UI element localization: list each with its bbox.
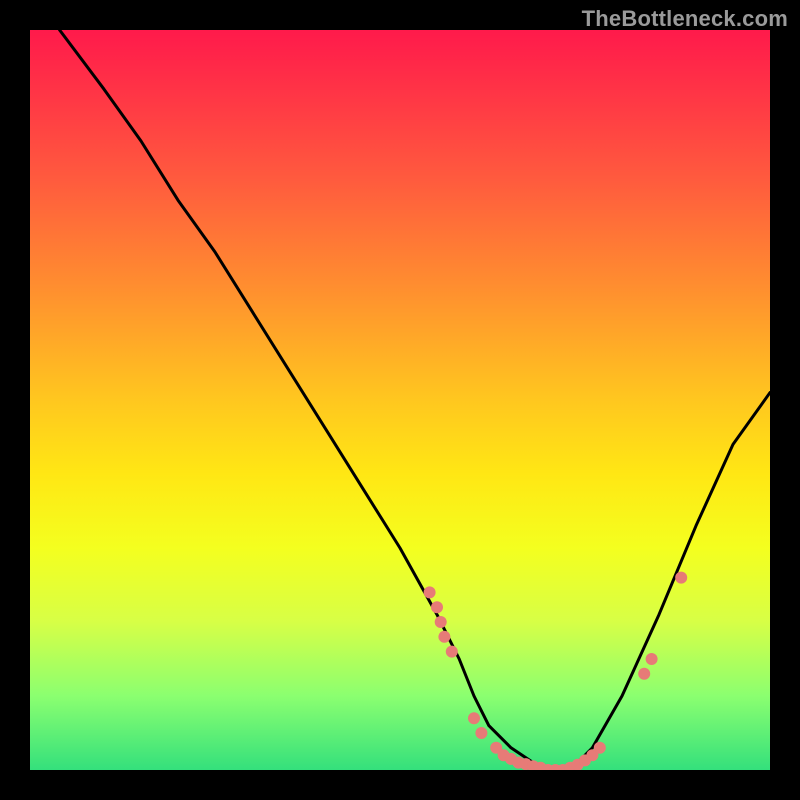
- plot-area: [30, 30, 770, 770]
- watermark-label: TheBottleneck.com: [582, 6, 788, 32]
- curve-svg: [30, 30, 770, 770]
- chart-container: TheBottleneck.com: [0, 0, 800, 800]
- bottleneck-curve: [60, 30, 770, 770]
